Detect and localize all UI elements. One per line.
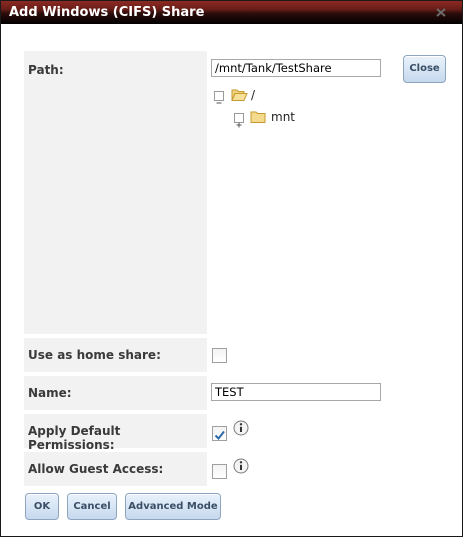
close-x-icon[interactable] (434, 6, 448, 19)
default-permissions-info-icon[interactable] (233, 420, 249, 436)
name-label: Name: (24, 376, 207, 410)
add-cifs-share-dialog: Add Windows (CIFS) Share Path: Close / m… (0, 0, 463, 537)
path-label: Path: (24, 51, 207, 334)
guest-access-label: Allow Guest Access: (24, 452, 207, 486)
cancel-button[interactable]: Cancel (67, 493, 117, 520)
checkmark-icon (214, 430, 225, 441)
dialog-title-bar[interactable]: Add Windows (CIFS) Share (1, 1, 462, 24)
guest-access-info-icon[interactable] (233, 458, 249, 474)
folder-icon (250, 111, 266, 123)
name-input[interactable] (211, 383, 381, 401)
tree-mnt-expand-toggle[interactable] (234, 113, 244, 128)
advanced-mode-button[interactable]: Advanced Mode (125, 493, 221, 520)
path-input[interactable] (211, 59, 381, 77)
ok-button[interactable]: OK (25, 493, 59, 520)
home-share-label: Use as home share: (24, 338, 207, 372)
tree-root-label[interactable]: / (251, 88, 255, 102)
tree-root-collapse-toggle[interactable] (214, 91, 224, 104)
tree-mnt-label[interactable]: mnt (271, 110, 295, 124)
default-permissions-checkbox[interactable] (212, 426, 227, 441)
dialog-title: Add Windows (CIFS) Share (9, 5, 205, 20)
default-permissions-label: Apply Default Permissions: (24, 414, 207, 452)
home-share-checkbox[interactable] (212, 348, 227, 363)
guest-access-checkbox[interactable] (212, 464, 227, 479)
folder-open-icon (231, 89, 248, 101)
path-close-button[interactable]: Close (403, 55, 446, 83)
